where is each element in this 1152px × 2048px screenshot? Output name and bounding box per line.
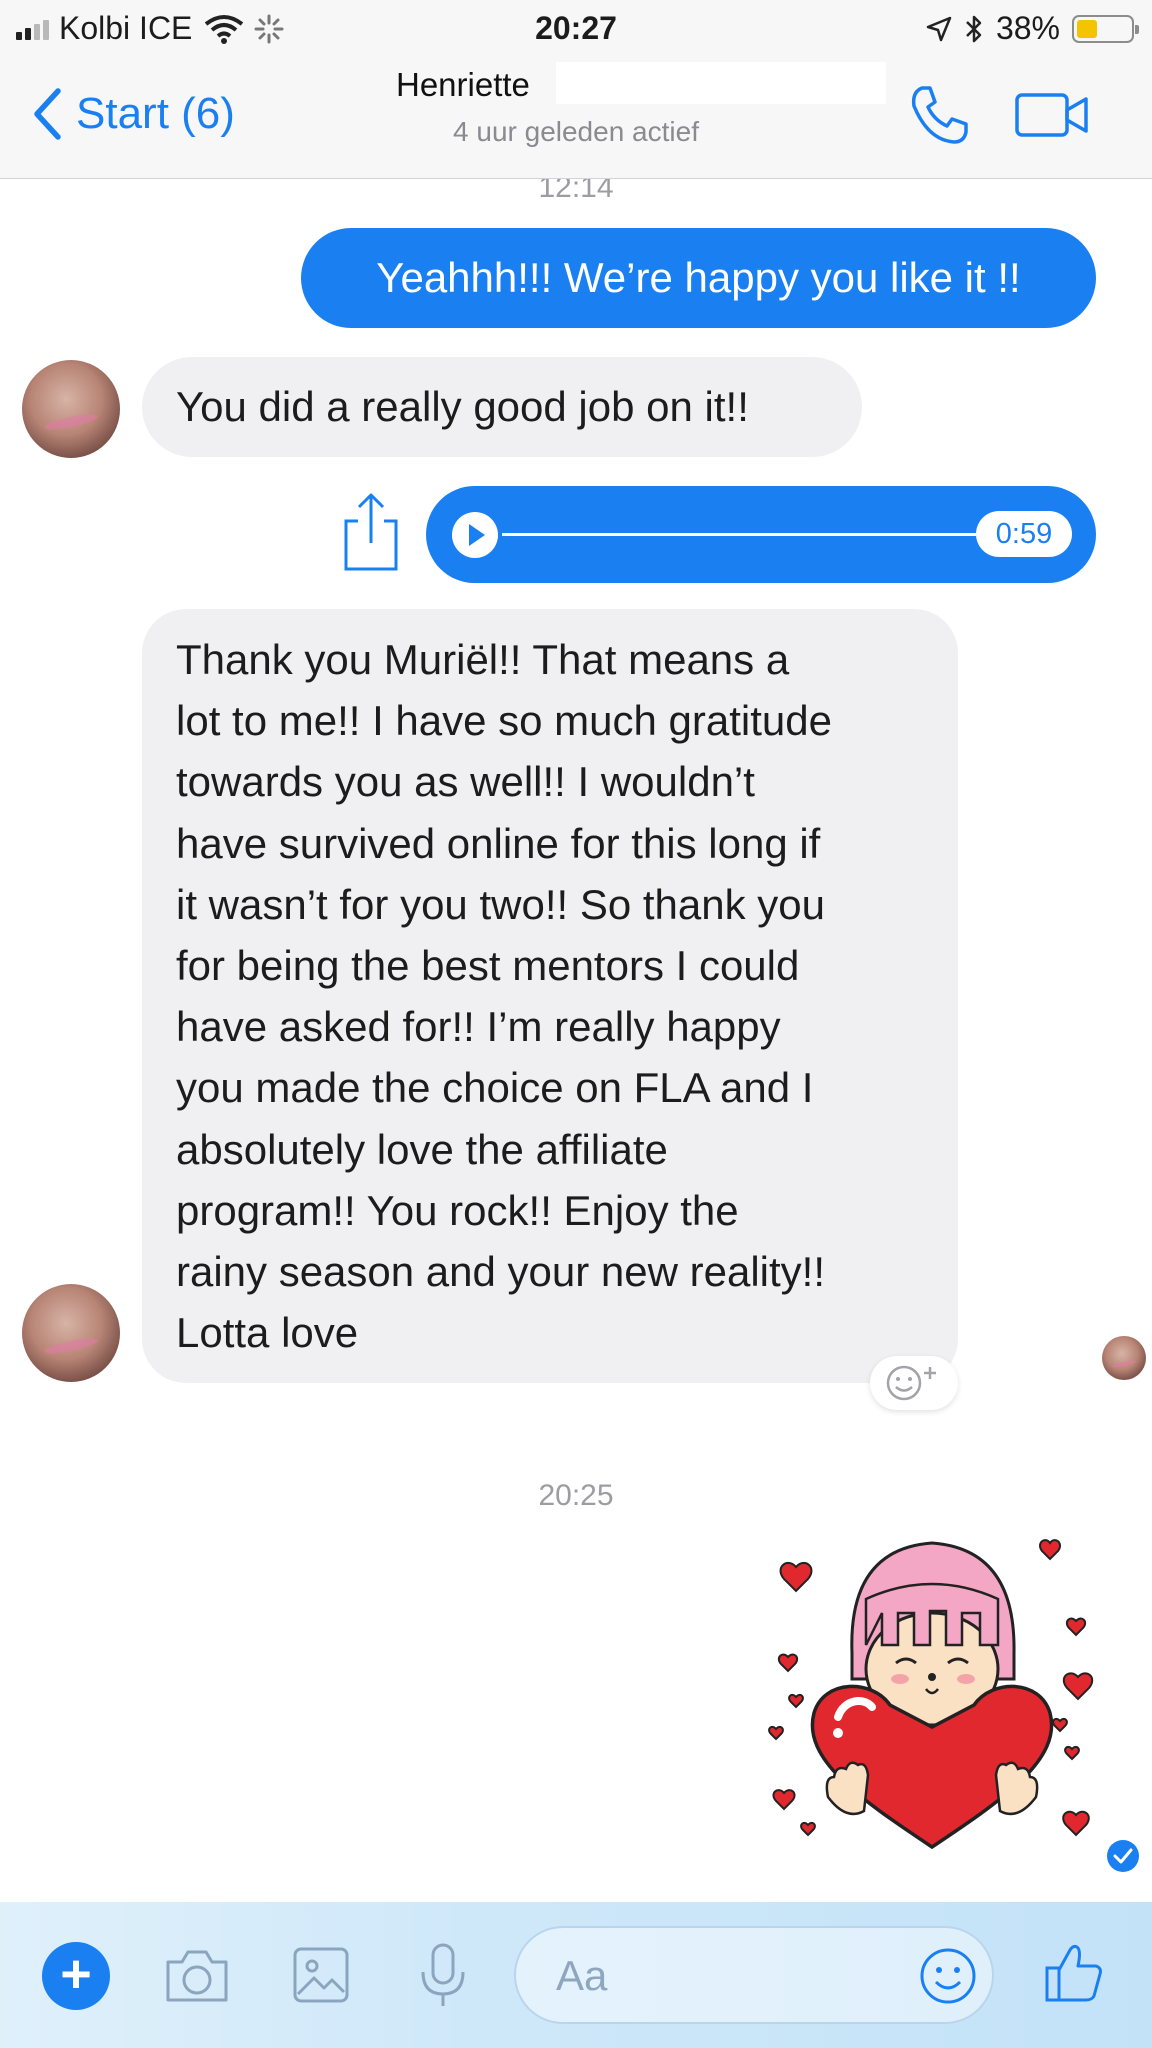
image-gallery-icon[interactable] bbox=[292, 1946, 350, 2004]
message-line: have survived online for this long if bbox=[176, 819, 821, 867]
incoming-message[interactable]: You did a really good job on it!! bbox=[142, 357, 862, 457]
message-line: Lotta love bbox=[176, 1309, 359, 1357]
emoji-icon[interactable] bbox=[918, 1946, 978, 2006]
add-reaction-button[interactable] bbox=[870, 1356, 958, 1410]
message-line: Thank you Muriël!! That means a bbox=[176, 636, 790, 683]
status-right: 38% bbox=[926, 10, 1139, 47]
message-text: You did a really good job on it!! bbox=[176, 383, 749, 430]
battery-percentage: 38% bbox=[995, 10, 1060, 46]
message-line: rainy season and your new reality!! bbox=[176, 1248, 826, 1296]
incoming-message-long[interactable]: Thank you Muriël!! That means a lot to m… bbox=[142, 609, 958, 1383]
redaction-box bbox=[556, 62, 886, 104]
message-line: lot to me!! I have so much gratitude bbox=[176, 697, 833, 745]
timestamp: 12:14 bbox=[538, 179, 614, 204]
message-line: towards you as well!! I wouldn’t bbox=[176, 758, 755, 806]
message-input[interactable]: Aa bbox=[514, 1926, 994, 2024]
phone-call-icon[interactable] bbox=[908, 84, 970, 146]
contact-avatar[interactable] bbox=[22, 360, 120, 458]
outgoing-message[interactable]: Yeahhh!!! We’re happy you like it !! bbox=[301, 228, 1096, 328]
microphone-icon[interactable] bbox=[418, 1942, 468, 2010]
audio-progress-track[interactable] bbox=[502, 533, 976, 536]
camera-icon[interactable] bbox=[164, 1948, 230, 2004]
message-text: Yeahhh!!! We’re happy you like it !! bbox=[376, 254, 1021, 301]
battery-icon bbox=[1072, 14, 1139, 43]
conversation-header: Start (6) Henriette 4 uur geleden actief bbox=[0, 58, 1152, 179]
input-placeholder: Aa bbox=[556, 1952, 608, 1999]
message-thread[interactable]: 12:14 Yeahhh!!! We’re happy you like it … bbox=[0, 179, 1152, 1902]
timestamp: 20:25 bbox=[538, 1479, 614, 1512]
message-line: it wasn’t for you two!! So thank you bbox=[176, 880, 825, 928]
bluetooth-icon bbox=[966, 15, 982, 42]
message-line: for being the best mentors I could bbox=[176, 942, 800, 990]
voice-message[interactable]: 0:59 bbox=[426, 486, 1096, 583]
video-call-icon[interactable] bbox=[1014, 92, 1090, 138]
message-line: have asked for!! I’m really happy bbox=[176, 1003, 781, 1051]
message-composer: + Aa bbox=[0, 1902, 1152, 2048]
play-icon[interactable] bbox=[452, 512, 498, 558]
share-icon[interactable] bbox=[340, 491, 402, 573]
status-bar: Kolbi ICE 20:27 38% bbox=[0, 0, 1152, 58]
location-arrow-icon bbox=[926, 16, 952, 41]
plus-icon[interactable]: + bbox=[42, 1942, 110, 2010]
read-receipt-avatar bbox=[1102, 1336, 1146, 1380]
contact-name[interactable]: Henriette bbox=[396, 66, 530, 104]
girl-holding-heart-sticker[interactable] bbox=[760, 1529, 1100, 1869]
seen-check-icon bbox=[1107, 1840, 1139, 1872]
smiley-plus-icon bbox=[886, 1365, 936, 1401]
message-line: program!! You rock!! Enjoy the bbox=[176, 1186, 739, 1234]
thumbs-up-icon[interactable] bbox=[1044, 1942, 1104, 2004]
contact-avatar[interactable] bbox=[22, 1284, 120, 1382]
message-line: you made the choice on FLA and I bbox=[176, 1064, 814, 1112]
audio-duration: 0:59 bbox=[976, 511, 1072, 557]
active-status: 4 uur geleden actief bbox=[453, 116, 699, 147]
message-line: absolutely love the affiliate bbox=[176, 1125, 668, 1173]
